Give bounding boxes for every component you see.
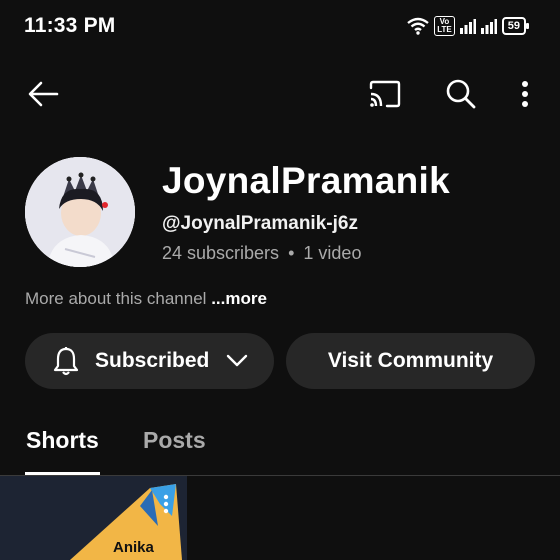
channel-tabs: Shorts Posts: [0, 415, 560, 476]
subscriber-count: 24 subscribers: [162, 243, 280, 263]
more-vertical-icon: [522, 81, 528, 107]
subscribed-label: Subscribed: [95, 349, 210, 372]
cast-icon: [369, 80, 401, 108]
wifi-icon: [407, 17, 429, 35]
about-channel-link[interactable]: More about this channel ...more: [25, 289, 267, 309]
subscribed-button[interactable]: Subscribed: [25, 333, 274, 389]
stats-separator: •: [288, 243, 295, 263]
signal-icon-2: [480, 19, 497, 34]
short-thumbnail-image: [0, 476, 187, 560]
battery-icon: 59: [501, 17, 530, 35]
video-count: 1 video: [303, 243, 362, 263]
status-time: 11:33 PM: [24, 14, 116, 37]
short-caption: Anika: [113, 539, 154, 556]
back-button[interactable]: [22, 76, 64, 112]
channel-name: JoynalPramanik: [162, 160, 451, 201]
about-text: More about this channel: [25, 289, 207, 308]
top-app-bar: [0, 66, 560, 122]
avatar-image: [25, 157, 135, 267]
signal-icon: [459, 19, 476, 34]
short-thumbnail[interactable]: Anika: [0, 476, 187, 560]
volte-badge: Vo LTE: [434, 16, 455, 36]
more-options-button[interactable]: [510, 76, 540, 112]
more-link[interactable]: ...more: [211, 289, 267, 308]
visit-community-button[interactable]: Visit Community: [286, 333, 535, 389]
status-bar: 11:33 PM Vo LTE 59: [0, 0, 560, 56]
channel-stats: 24 subscribers • 1 video: [162, 243, 361, 264]
channel-handle: @JoynalPramanik-j6z: [162, 213, 358, 234]
system-icons: Vo LTE 59: [407, 16, 530, 36]
active-tab-indicator: [25, 472, 100, 475]
chevron-down-icon: [227, 354, 248, 367]
visit-community-label: Visit Community: [327, 349, 494, 372]
cast-button[interactable]: [364, 76, 406, 112]
arrow-left-icon: [28, 81, 59, 107]
search-icon: [446, 79, 476, 109]
tab-posts[interactable]: Posts: [143, 427, 206, 454]
tab-shorts[interactable]: Shorts: [26, 427, 99, 454]
bell-icon: [53, 347, 79, 376]
channel-avatar[interactable]: [25, 157, 135, 267]
volte-bottom: LTE: [437, 25, 452, 34]
short-more-icon[interactable]: [163, 494, 169, 514]
search-button[interactable]: [440, 76, 482, 112]
